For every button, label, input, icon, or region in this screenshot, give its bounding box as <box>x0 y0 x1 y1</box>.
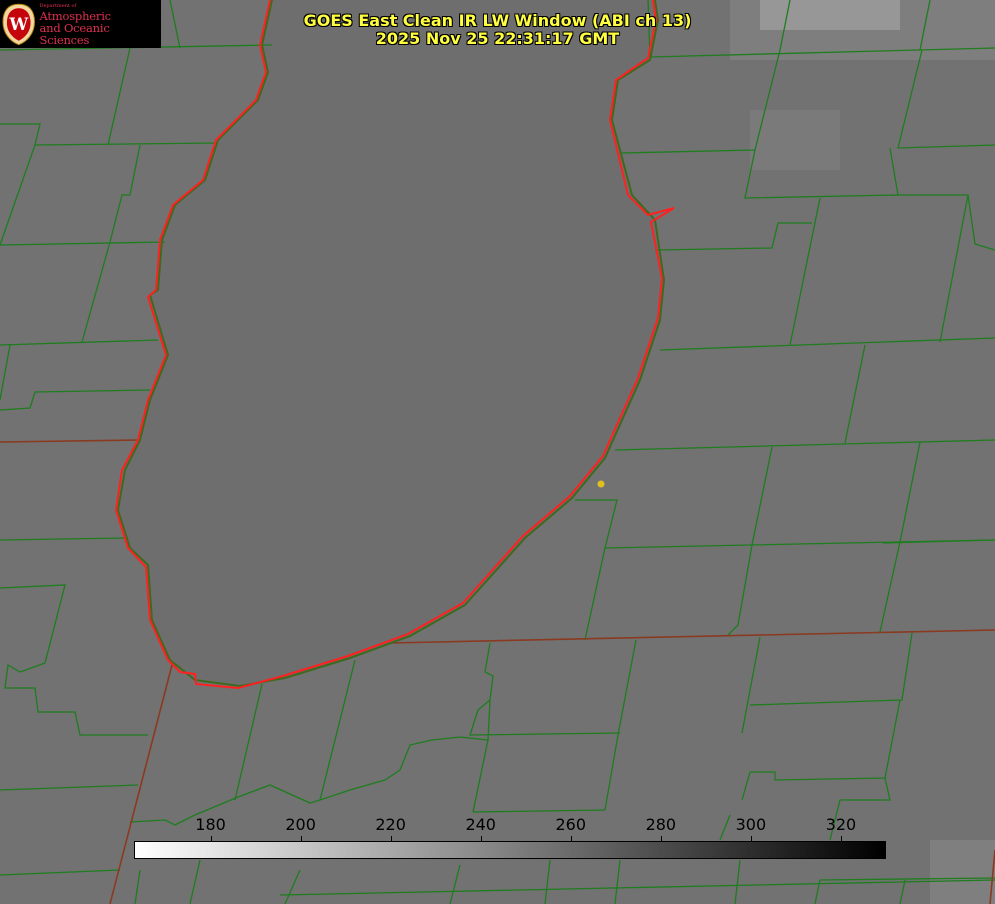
colorbar-tick-label: 200 <box>285 815 316 834</box>
colorbar-tick-mark <box>210 836 212 842</box>
colorbar-tick-label: 240 <box>465 815 496 834</box>
colorbar-tick-label: 320 <box>825 815 857 834</box>
image-title: GOES East Clean IR LW Window (ABI ch 13) <box>303 11 692 30</box>
colorbar-tick-mark <box>750 836 752 842</box>
colorbar <box>134 841 886 859</box>
colorbar-tick-mark <box>840 836 842 842</box>
colorbar-tick-mark <box>390 836 392 842</box>
colorbar-tick-mark <box>660 836 662 842</box>
colorbar-tick-mark <box>300 836 302 842</box>
colorbar-tick-label: 260 <box>555 815 587 834</box>
colorbar-tick-mark <box>480 836 482 842</box>
colorbar-tick-label: 280 <box>645 815 677 834</box>
image-timestamp: 2025 Nov 25 22:31:17 GMT <box>375 29 620 48</box>
location-marker <box>597 480 605 488</box>
colorbar-tick-label: 300 <box>735 815 767 834</box>
colorbar-tick-mark <box>570 836 572 842</box>
satellite-map: W Department of Atmospheric and Oceanic … <box>0 0 995 904</box>
map-canvas <box>0 0 995 904</box>
colorbar-tick-label: 220 <box>375 815 406 834</box>
colorbar-tick-label: 180 <box>195 815 226 834</box>
